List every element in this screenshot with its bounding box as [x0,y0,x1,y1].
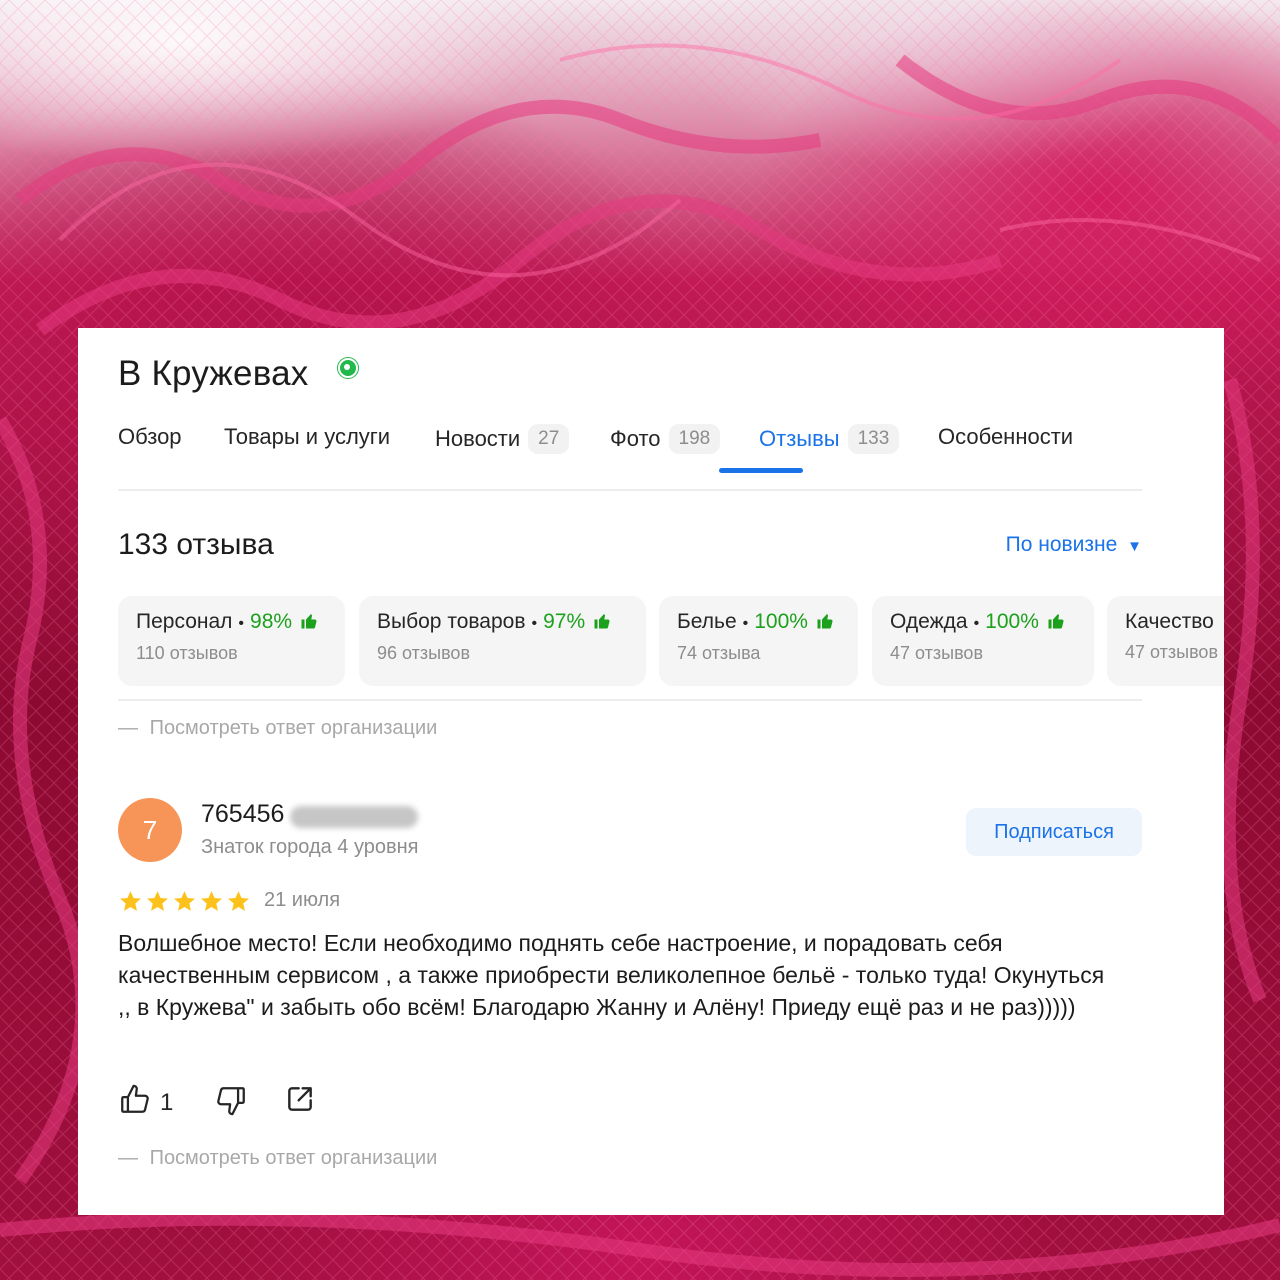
verified-icon [338,358,358,378]
tabs-bar: Обзор Товары и услуги Новости 27 Фото 19… [118,424,1142,474]
aspect-count: 74 отзыва [677,643,761,663]
separator-dot: • [973,615,980,632]
tab-label: Товары и услуги [224,424,391,449]
subscribe-button[interactable]: Подписаться [966,808,1142,856]
tab-label: Отзывы [759,426,840,451]
tab-label: Обзор [118,424,182,449]
thumbs-up-icon [816,612,834,635]
link-label: Посмотреть ответ организации [149,717,438,739]
aspect-percent: 97% [543,610,586,633]
dislike-icon [214,1083,248,1122]
sort-label: По новизне [1005,533,1118,556]
tabs-divider [118,489,1142,491]
thumbs-up-icon [300,612,318,635]
dash: — [118,717,138,739]
aspect-count: 96 отзывов [377,643,471,663]
rating-stars [118,889,251,914]
tab-products-services[interactable]: Товары и услуги [224,424,390,450]
tab-label: Особенности [938,424,1074,449]
tab-reviews[interactable]: Отзывы 133 [759,424,900,454]
aspect-percent: 100% [754,610,808,633]
aspect-count: 47 отзывов [890,643,984,663]
review-text: Волшебное место! Если необходимо поднять… [118,930,1105,1020]
aspect-name: Персонал [136,610,233,633]
avatar-letter: 7 [142,814,158,845]
review-aspects: Персонал • 98% 110 отзывов Выбор товаров • 9… [118,596,1224,688]
aspect-count: 47 отзывов [1125,642,1219,662]
view-org-reply-link-top[interactable]: — Посмотреть ответ организации [118,717,437,740]
separator-dot: • [742,615,749,632]
tab-label: Фото [610,426,661,451]
tab-overview[interactable]: Обзор [118,424,182,450]
tab-count: 198 [668,424,721,454]
star-icon [174,891,195,911]
separator-dot: • [531,615,538,632]
aspect-name: Качество [1125,610,1214,633]
business-name: В Кружевах [118,354,309,393]
dislike-button[interactable] [214,1083,248,1122]
aspect-chip-lingerie[interactable]: Белье • 100% 74 отзыва [659,596,858,686]
review-author-name[interactable]: 765456 [201,800,284,829]
tab-count: 133 [847,424,900,454]
view-org-reply-link-bottom[interactable]: — Посмотреть ответ организации [118,1147,437,1170]
aspect-name: Одежда [890,610,968,633]
aspects-divider [118,699,1142,701]
sort-dropdown[interactable]: По новизне ▼ [1006,533,1142,557]
avatar[interactable]: 7 [118,798,182,862]
aspect-name: Выбор товаров [377,610,526,633]
aspect-count: 110 отзывов [136,643,238,663]
like-button[interactable]: 1 [118,1083,173,1122]
reviews-total: 133 отзыва [118,528,274,561]
tab-photos[interactable]: Фото 198 [610,424,721,454]
link-label: Посмотреть ответ организации [149,1147,438,1169]
aspect-chip-staff[interactable]: Персонал • 98% 110 отзывов [118,596,345,686]
review-date: 21 июля [264,889,341,911]
like-count: 1 [160,1088,174,1116]
tab-news[interactable]: Новости 27 [435,424,570,454]
aspect-percent: 100% [985,610,1039,633]
tab-label: Новости [435,426,521,451]
share-button[interactable] [284,1083,316,1120]
like-icon [118,1083,152,1122]
aspect-chip-selection[interactable]: Выбор товаров • 97% 96 отзывов [359,596,646,686]
reviews-panel: В Кружевах Обзор Товары и услуги Новости… [78,328,1224,1215]
aspect-chip-clothing[interactable]: Одежда • 100% 47 отзывов [872,596,1094,686]
separator-dot: • [238,615,245,632]
dropdown-arrow-icon: ▼ [1127,538,1142,555]
dash: — [118,1147,138,1169]
tab-features[interactable]: Особенности [938,424,1073,450]
active-tab-indicator [719,468,803,473]
tab-count: 27 [528,424,570,454]
star-icon [228,891,249,911]
star-icon [201,891,222,911]
aspect-chip-quality[interactable]: Качество 47 отзывов [1107,596,1224,686]
star-icon [120,891,141,911]
thumbs-up-icon [593,612,611,635]
author-name-blurred [290,806,418,828]
star-icon [147,891,168,911]
share-icon [284,1083,316,1120]
thumbs-up-icon [1047,612,1065,635]
review-author-level: Знаток города 4 уровня [201,836,419,858]
aspect-name: Белье [677,610,737,633]
aspect-percent: 98% [250,610,293,633]
